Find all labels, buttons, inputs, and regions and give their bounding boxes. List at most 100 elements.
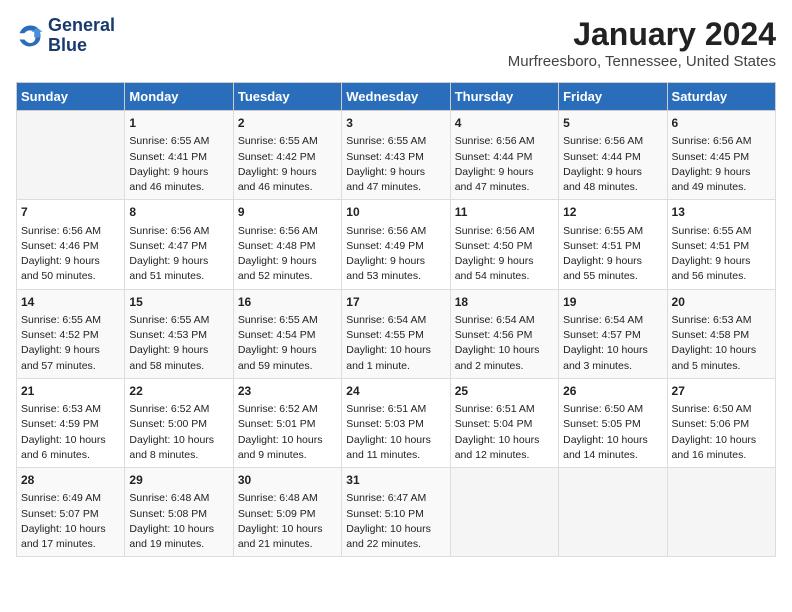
calendar-cell: 9 Sunrise: 6:56 AMSunset: 4:48 PMDaylight… (233, 200, 341, 289)
day-info: Sunrise: 6:48 AM (129, 491, 228, 506)
day-info: Sunset: 4:42 PM (238, 150, 337, 165)
calendar-week-row: 28Sunrise: 6:49 AMSunset: 5:07 PMDayligh… (17, 468, 776, 557)
calendar-cell: 6Sunrise: 6:56 AMSunset: 4:45 PMDaylight… (667, 111, 775, 200)
day-info: Sunset: 4:53 PM (129, 328, 228, 343)
day-info: Daylight: 9 hours (21, 343, 120, 358)
day-info: Sunset: 4:52 PM (21, 328, 120, 343)
day-number: 3 (346, 115, 445, 132)
day-number: 19 (563, 294, 662, 311)
day-number: 15 (129, 294, 228, 311)
day-info: Sunset: 5:07 PM (21, 507, 120, 522)
day-info: Sunset: 5:08 PM (129, 507, 228, 522)
day-info: Sunrise: 6:49 AM (21, 491, 120, 506)
day-info: and 16 minutes. (672, 448, 771, 463)
day-info: Daylight: 9 hours (21, 254, 120, 269)
day-info: Sunset: 4:51 PM (672, 239, 771, 254)
day-info: Sunrise: 6:55 AM (238, 134, 337, 149)
day-number: 27 (672, 383, 771, 400)
day-info: and 55 minutes. (563, 269, 662, 284)
day-info: Sunrise: 6:50 AM (672, 402, 771, 417)
day-number: 13 (672, 204, 771, 221)
title-block: January 2024 Murfreesboro, Tennessee, Un… (508, 16, 776, 70)
day-info: Sunset: 5:01 PM (238, 417, 337, 432)
day-info: Daylight: 9 hours (238, 254, 337, 269)
day-number: 30 (238, 472, 337, 489)
day-info: Sunrise: 6:56 AM (672, 134, 771, 149)
day-info: Sunrise: 6:52 AM (129, 402, 228, 417)
page-subtitle: Murfreesboro, Tennessee, United States (508, 53, 776, 70)
day-info: Daylight: 10 hours (238, 433, 337, 448)
day-info: Sunrise: 6:56 AM (129, 224, 228, 239)
calendar-header-row: SundayMondayTuesdayWednesdayThursdayFrid… (17, 83, 776, 111)
day-info: Sunset: 5:04 PM (455, 417, 554, 432)
day-number: 18 (455, 294, 554, 311)
day-info: Sunrise: 6:51 AM (346, 402, 445, 417)
header-friday: Friday (559, 83, 667, 111)
calendar-cell: 26Sunrise: 6:50 AMSunset: 5:05 PMDayligh… (559, 378, 667, 467)
day-info: Sunrise: 6:56 AM (21, 224, 120, 239)
day-info: Sunrise: 6:56 AM (238, 224, 337, 239)
day-info: and 56 minutes. (672, 269, 771, 284)
day-info: Daylight: 10 hours (21, 433, 120, 448)
day-info: and 11 minutes. (346, 448, 445, 463)
day-info: Sunset: 4:58 PM (672, 328, 771, 343)
calendar-cell: 4Sunrise: 6:56 AMSunset: 4:44 PMDaylight… (450, 111, 558, 200)
header-monday: Monday (125, 83, 233, 111)
day-info: Sunset: 4:59 PM (21, 417, 120, 432)
day-number: 8 (129, 204, 228, 221)
day-info: and 47 minutes. (455, 180, 554, 195)
day-info: Sunset: 4:50 PM (455, 239, 554, 254)
calendar-cell: 15Sunrise: 6:55 AMSunset: 4:53 PMDayligh… (125, 289, 233, 378)
calendar-cell: 3Sunrise: 6:55 AMSunset: 4:43 PMDaylight… (342, 111, 450, 200)
day-info: and 48 minutes. (563, 180, 662, 195)
logo-text-line1: General (48, 16, 115, 36)
day-info: Sunset: 5:09 PM (238, 507, 337, 522)
day-info: Sunrise: 6:55 AM (21, 313, 120, 328)
day-number: 25 (455, 383, 554, 400)
day-number: 29 (129, 472, 228, 489)
day-info: Daylight: 9 hours (672, 254, 771, 269)
day-info: Sunset: 5:05 PM (563, 417, 662, 432)
day-number: 28 (21, 472, 120, 489)
day-info: Sunset: 4:47 PM (129, 239, 228, 254)
day-number: 2 (238, 115, 337, 132)
calendar-cell: 1Sunrise: 6:55 AMSunset: 4:41 PMDaylight… (125, 111, 233, 200)
day-info: Daylight: 10 hours (21, 522, 120, 537)
calendar-week-row: 21Sunrise: 6:53 AMSunset: 4:59 PMDayligh… (17, 378, 776, 467)
day-number: 9 (238, 204, 337, 221)
day-info: Sunrise: 6:54 AM (455, 313, 554, 328)
day-info: and 2 minutes. (455, 359, 554, 374)
day-info: Sunrise: 6:55 AM (672, 224, 771, 239)
day-info: and 57 minutes. (21, 359, 120, 374)
day-number: 14 (21, 294, 120, 311)
calendar-cell (559, 468, 667, 557)
day-info: Daylight: 9 hours (129, 165, 228, 180)
day-info: Daylight: 9 hours (238, 165, 337, 180)
day-info: and 5 minutes. (672, 359, 771, 374)
calendar-cell: 22Sunrise: 6:52 AMSunset: 5:00 PMDayligh… (125, 378, 233, 467)
header-sunday: Sunday (17, 83, 125, 111)
logo-icon (16, 22, 44, 50)
day-info: Sunrise: 6:55 AM (346, 134, 445, 149)
day-info: Sunrise: 6:56 AM (346, 224, 445, 239)
calendar-cell: 8 Sunrise: 6:56 AMSunset: 4:47 PMDaylight… (125, 200, 233, 289)
day-number: 12 (563, 204, 662, 221)
day-info: and 8 minutes. (129, 448, 228, 463)
day-info: and 1 minute. (346, 359, 445, 374)
day-info: Daylight: 9 hours (129, 254, 228, 269)
day-info: and 53 minutes. (346, 269, 445, 284)
day-info: Daylight: 9 hours (563, 254, 662, 269)
calendar-cell: 31Sunrise: 6:47 AMSunset: 5:10 PMDayligh… (342, 468, 450, 557)
calendar-cell: 12Sunrise: 6:55 AMSunset: 4:51 PMDayligh… (559, 200, 667, 289)
calendar-cell (450, 468, 558, 557)
calendar-cell: 17Sunrise: 6:54 AMSunset: 4:55 PMDayligh… (342, 289, 450, 378)
day-info: and 12 minutes. (455, 448, 554, 463)
day-info: and 17 minutes. (21, 537, 120, 552)
calendar-cell: 29 Sunrise: 6:48 AMSunset: 5:08 PMDayligh… (125, 468, 233, 557)
day-info: Sunset: 4:48 PM (238, 239, 337, 254)
page-header: General Blue January 2024 Murfreesboro, … (16, 16, 776, 70)
calendar-cell: 16Sunrise: 6:55 AMSunset: 4:54 PMDayligh… (233, 289, 341, 378)
day-info: Daylight: 10 hours (129, 522, 228, 537)
day-info: and 52 minutes. (238, 269, 337, 284)
day-info: and 47 minutes. (346, 180, 445, 195)
